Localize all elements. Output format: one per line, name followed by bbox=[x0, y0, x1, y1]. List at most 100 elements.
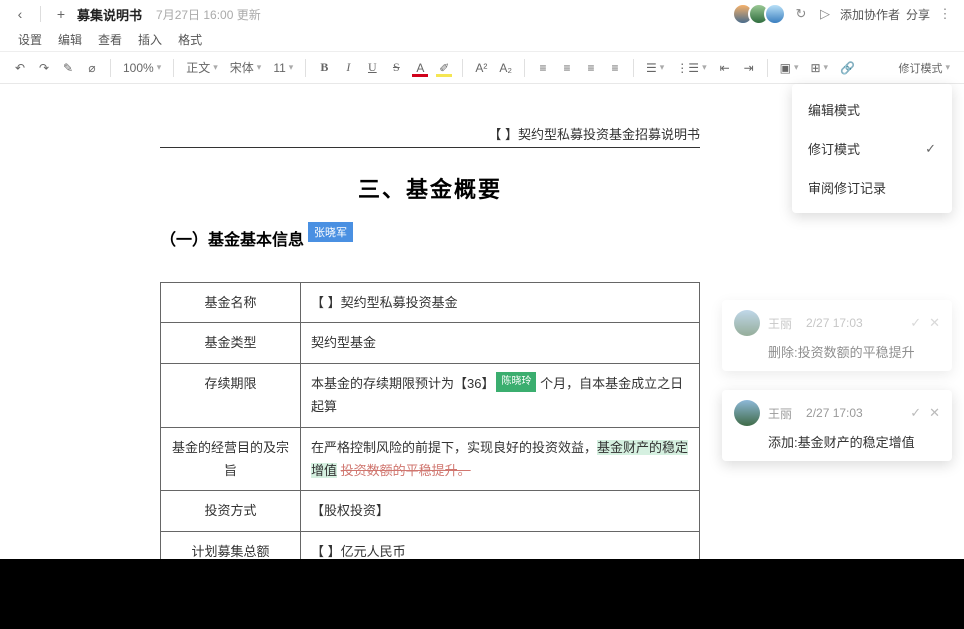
menu-bar: 设置 编辑 查看 插入 格式 bbox=[0, 28, 964, 52]
cell-value: 契约型基金 bbox=[301, 323, 700, 363]
cell-value: 【 】亿元人民币 bbox=[301, 531, 700, 559]
menu-settings[interactable]: 设置 bbox=[18, 31, 42, 48]
underline-button[interactable]: U bbox=[362, 57, 382, 79]
revision-time: 2/27 17:03 bbox=[806, 406, 863, 420]
play-icon[interactable]: ▷ bbox=[816, 5, 834, 23]
cell-label: 基金类型 bbox=[161, 323, 301, 363]
subsection-title: （一）基金基本信息 张晓军 bbox=[160, 226, 304, 250]
align-left-button[interactable]: ≡ bbox=[533, 57, 553, 79]
revision-user: 王丽 bbox=[768, 405, 792, 422]
font-size-select[interactable]: 11 bbox=[269, 57, 297, 79]
revision-actions: ✓ ✕ bbox=[910, 315, 940, 331]
revision-body: 添加:基金财产的稳定增值 bbox=[734, 432, 940, 451]
menu-edit[interactable]: 编辑 bbox=[58, 31, 82, 48]
redo-button[interactable]: ↷ bbox=[34, 57, 54, 79]
divider bbox=[110, 59, 111, 77]
cell-value: 在严格控制风险的前提下，实现良好的投资效益，基金财产的稳定增值 投资数额的平稳提… bbox=[301, 427, 700, 491]
insert-image-button[interactable]: ▣ bbox=[776, 57, 803, 79]
table-row: 基金类型 契约型基金 bbox=[161, 323, 700, 363]
italic-button[interactable]: I bbox=[338, 57, 358, 79]
font-color-button[interactable]: A bbox=[410, 57, 430, 79]
check-icon: ✓ bbox=[925, 141, 936, 157]
accept-icon[interactable]: ✓ bbox=[910, 315, 921, 331]
revision-action: 删除 bbox=[768, 345, 794, 360]
table-row: 存续期限 本基金的存续期限预计为【36】陈晓玲 个月，自本基金成立之日起算 bbox=[161, 363, 700, 427]
cell-value: 【股权投资】 bbox=[301, 491, 700, 531]
accept-icon[interactable]: ✓ bbox=[910, 405, 921, 421]
collaborator-avatars[interactable] bbox=[738, 3, 786, 25]
text-fragment: 在严格控制风险的前提下，实现良好的投资效益， bbox=[311, 440, 597, 455]
divider bbox=[767, 59, 768, 77]
align-right-button[interactable]: ≡ bbox=[581, 57, 601, 79]
format-painter-button[interactable]: ✎ bbox=[58, 57, 78, 79]
highlight-button[interactable]: ✐ bbox=[434, 57, 454, 79]
superscript-button[interactable]: A² bbox=[471, 57, 491, 79]
new-tab-button[interactable]: + bbox=[51, 4, 71, 24]
divider bbox=[524, 59, 525, 77]
table-row: 基金的经营目的及宗旨 在严格控制风险的前提下，实现良好的投资效益，基金财产的稳定… bbox=[161, 427, 700, 491]
cell-value: 本基金的存续期限预计为【36】陈晓玲 个月，自本基金成立之日起算 bbox=[301, 363, 700, 427]
mode-option-edit[interactable]: 编辑模式 bbox=[792, 90, 952, 129]
document-updated: 7月27日 16:00 更新 bbox=[156, 6, 261, 23]
mode-option-review[interactable]: 审阅修订记录 bbox=[792, 168, 952, 207]
menu-view[interactable]: 查看 bbox=[98, 31, 122, 48]
indent-decrease-button[interactable]: ⇤ bbox=[715, 57, 735, 79]
page[interactable]: 【 】契约型私募投资基金招募说明书 三、基金概要 （一）基金基本信息 张晓军 基… bbox=[110, 94, 750, 559]
insert-link-button[interactable]: 🔗 bbox=[836, 57, 859, 79]
zoom-select[interactable]: 100% bbox=[119, 57, 165, 79]
revision-user: 王丽 bbox=[768, 315, 792, 332]
toolbar: ↶ ↷ ✎ ⌀ 100% 正文 宋体 11 B I U S A ✐ A² A₂ … bbox=[0, 52, 964, 84]
share-button[interactable]: 分享 bbox=[906, 6, 930, 23]
revision-head: 王丽 2/27 17:03 ✓ ✕ bbox=[734, 400, 940, 426]
document-title[interactable]: 募集说明书 bbox=[77, 5, 142, 24]
revision-card[interactable]: 王丽 2/27 17:03 ✓ ✕ 删除:投资数额的平稳提升 bbox=[722, 300, 952, 371]
edit-mode-button[interactable]: 修订模式 bbox=[894, 57, 954, 79]
revision-card[interactable]: 王丽 2/27 17:03 ✓ ✕ 添加:基金财产的稳定增值 bbox=[722, 390, 952, 461]
revision-text: 基金财产的稳定增值 bbox=[798, 435, 915, 450]
subscript-button[interactable]: A₂ bbox=[495, 57, 516, 79]
mode-option-label: 编辑模式 bbox=[808, 100, 860, 119]
cell-label: 计划募集总额 bbox=[161, 531, 301, 559]
paragraph-style-select[interactable]: 正文 bbox=[182, 57, 222, 79]
divider bbox=[305, 59, 306, 77]
divider bbox=[40, 6, 41, 22]
bottom-mask bbox=[0, 559, 964, 629]
bold-button[interactable]: B bbox=[314, 57, 334, 79]
menu-format[interactable]: 格式 bbox=[178, 31, 202, 48]
text-fragment: 本基金的存续期限预计为【36】 bbox=[311, 376, 494, 391]
undo-button[interactable]: ↶ bbox=[10, 57, 30, 79]
clear-format-button[interactable]: ⌀ bbox=[82, 57, 102, 79]
avatar bbox=[734, 400, 760, 426]
title-bar-right: ↻ ▷ 添加协作者 分享 ⋮ bbox=[738, 3, 954, 25]
add-collaborator-button[interactable]: 添加协作者 bbox=[840, 6, 900, 23]
back-button[interactable]: ‹ bbox=[10, 4, 30, 24]
avatar bbox=[734, 310, 760, 336]
revision-action: 添加 bbox=[768, 435, 794, 450]
cell-label: 基金名称 bbox=[161, 283, 301, 323]
divider bbox=[462, 59, 463, 77]
revision-actions: ✓ ✕ bbox=[910, 405, 940, 421]
cell-label: 存续期限 bbox=[161, 363, 301, 427]
mode-option-track[interactable]: 修订模式 ✓ bbox=[792, 129, 952, 168]
cell-label: 基金的经营目的及宗旨 bbox=[161, 427, 301, 491]
align-center-button[interactable]: ≡ bbox=[557, 57, 577, 79]
line-spacing-button[interactable]: ☰ bbox=[642, 57, 668, 79]
revision-head: 王丽 2/27 17:03 ✓ ✕ bbox=[734, 310, 940, 336]
strikethrough-button[interactable]: S bbox=[386, 57, 406, 79]
avatar[interactable] bbox=[764, 3, 786, 25]
section-title: 三、基金概要 bbox=[160, 172, 700, 204]
collaborator-cursor-tag: 张晓军 bbox=[308, 222, 353, 242]
list-button[interactable]: ⋮☰ bbox=[672, 57, 710, 79]
title-bar: ‹ + 募集说明书 7月27日 16:00 更新 ↻ ▷ 添加协作者 分享 ⋮ bbox=[0, 0, 964, 28]
indent-increase-button[interactable]: ⇥ bbox=[739, 57, 759, 79]
reject-icon[interactable]: ✕ bbox=[929, 315, 940, 331]
history-icon[interactable]: ↻ bbox=[792, 5, 810, 23]
mode-option-label: 修订模式 bbox=[808, 139, 860, 158]
reject-icon[interactable]: ✕ bbox=[929, 405, 940, 421]
align-justify-button[interactable]: ≡ bbox=[605, 57, 625, 79]
insert-table-button[interactable]: ⊞ bbox=[806, 57, 832, 79]
font-family-select[interactable]: 宋体 bbox=[226, 57, 266, 79]
menu-insert[interactable]: 插入 bbox=[138, 31, 162, 48]
cell-label: 投资方式 bbox=[161, 491, 301, 531]
more-icon[interactable]: ⋮ bbox=[936, 5, 954, 23]
